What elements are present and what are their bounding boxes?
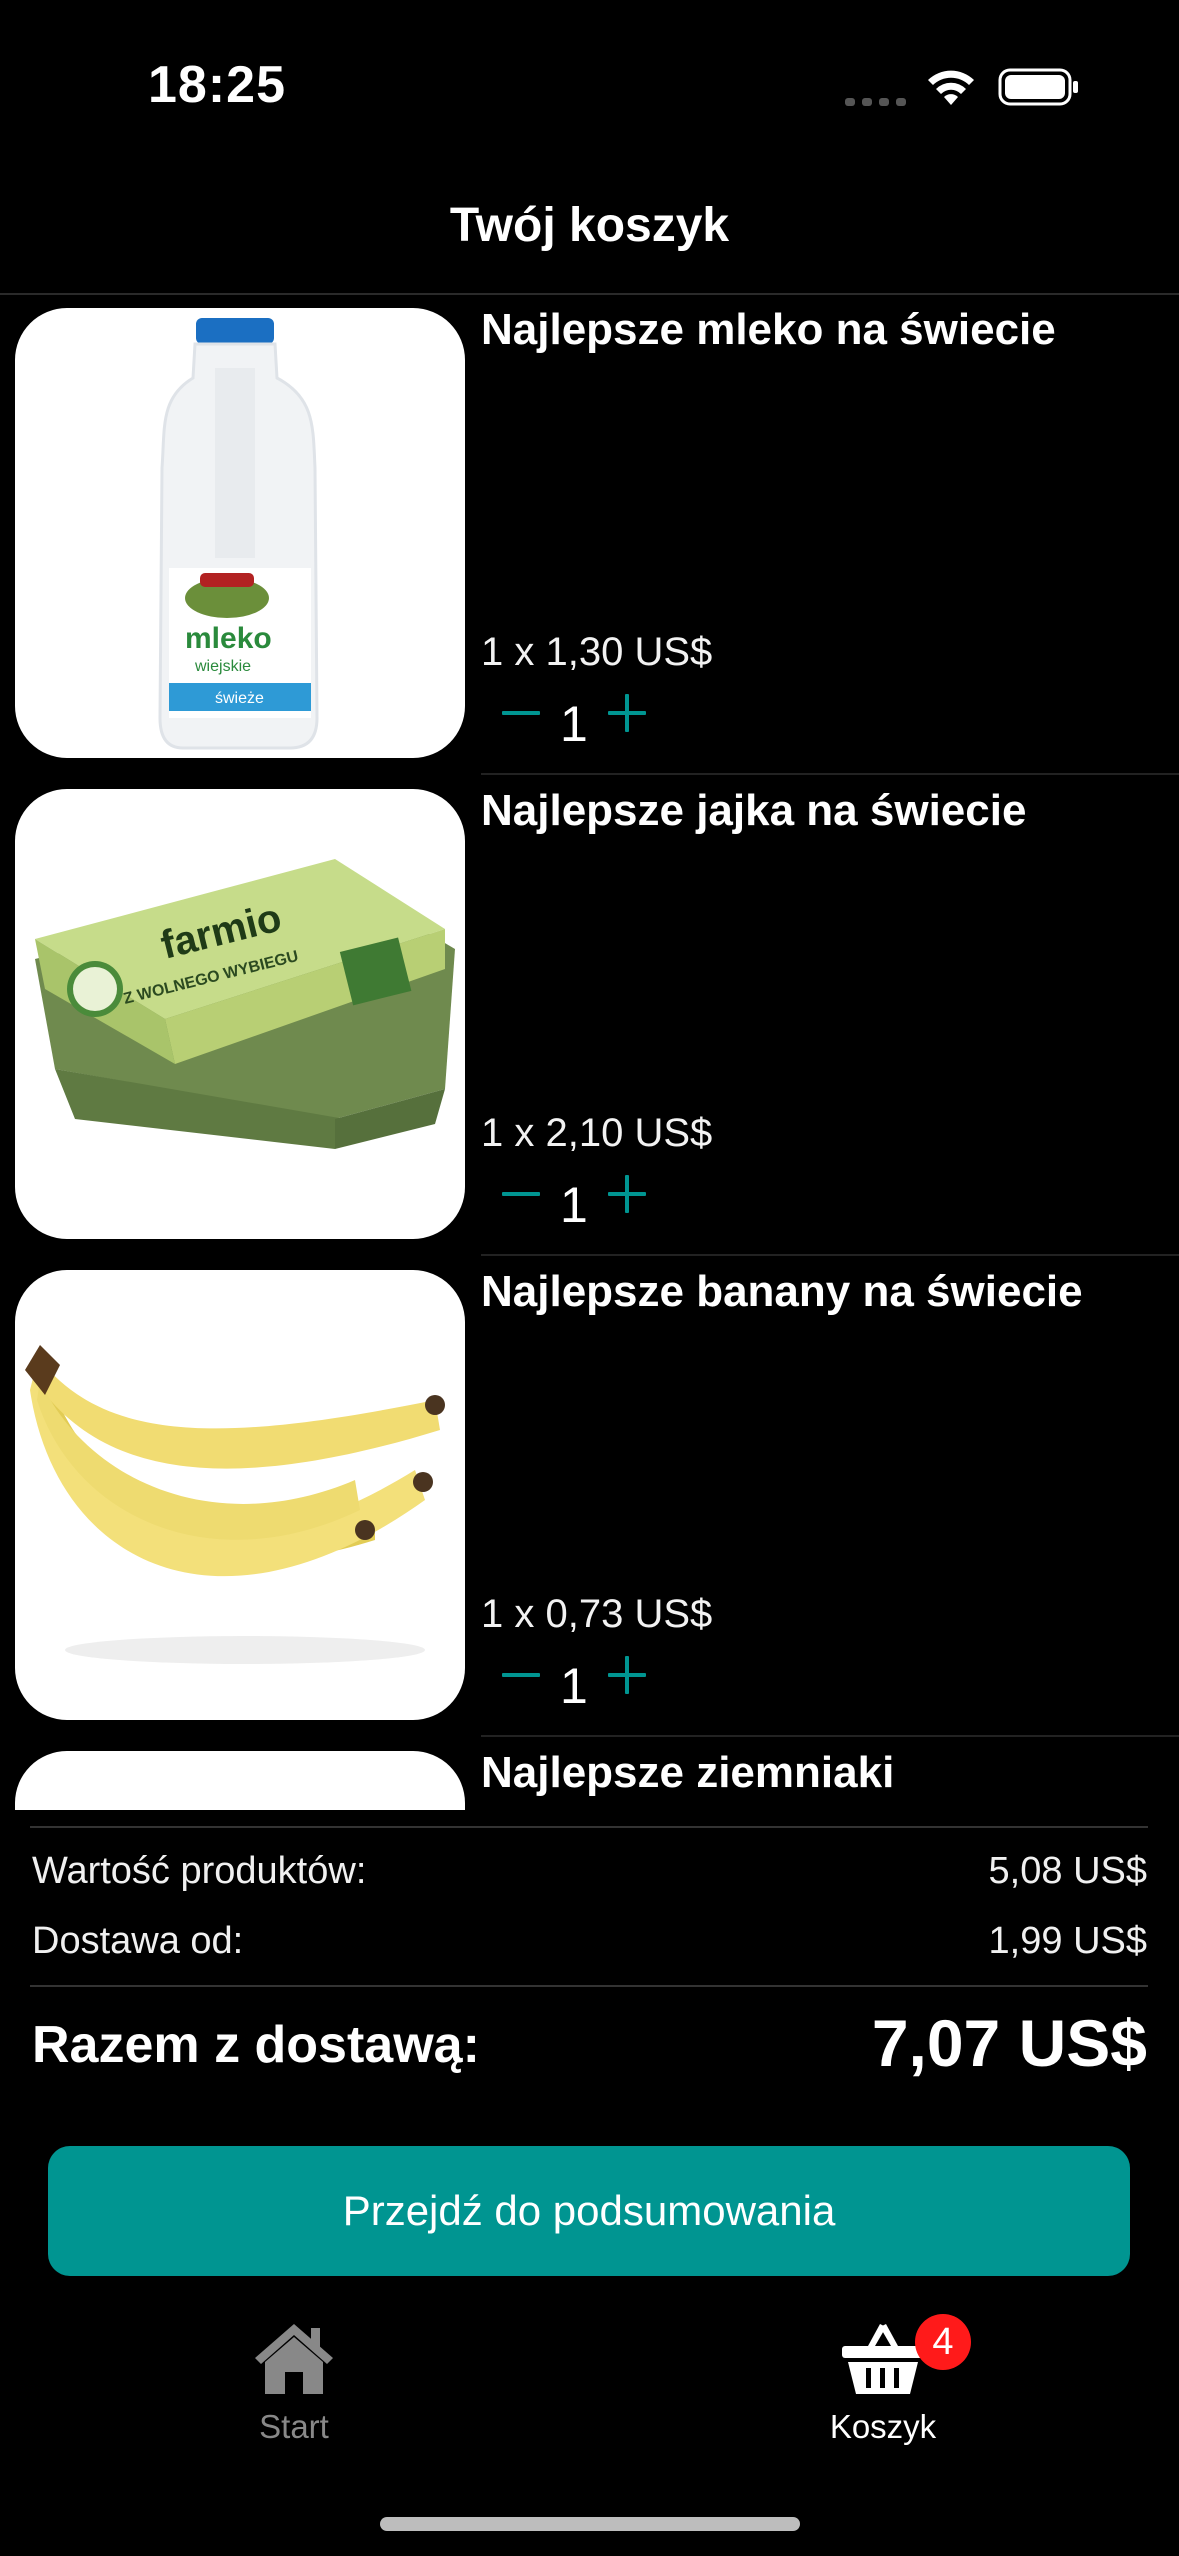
decrease-quantity-button[interactable] [498,1652,544,1698]
page-title: Twój koszyk [449,199,730,252]
cart-item-eggs[interactable]: farmio Z WOLNEGO WYBIEGU Najlepsze jajka… [0,776,1179,1257]
delivery-label: Dostawa od: [32,1920,244,1962]
row-divider [481,1735,1179,1737]
tab-label: Start [259,2408,329,2445]
cart-item-potatoes[interactable]: Najlepsze ziemniaki [0,1738,1179,1810]
product-name: Najlepsze mleko na świecie [481,305,1056,354]
status-time: 18:25 [148,56,286,114]
svg-text:świeże: świeże [215,690,264,707]
products-value: 5,08 US$ [988,1850,1147,1892]
house-icon [255,2324,333,2394]
product-name: Najlepsze banany na świecie [481,1267,1083,1316]
product-name: Najlepsze jajka na świecie [481,786,1027,835]
summary-divider [30,1826,1148,1828]
increase-quantity-button[interactable] [604,690,650,736]
tab-start[interactable]: Start [144,2318,444,2446]
cart-item-milk[interactable]: mleko wiejskie świeże Najlepsze mleko na… [0,295,1179,776]
product-image-potatoes [15,1751,465,1810]
total-label: Razem z dostawą: [32,2016,480,2074]
product-image-milk: mleko wiejskie świeże [15,308,465,758]
basket-icon [842,2324,924,2394]
product-price: 1 x 1,30 US$ [481,630,713,674]
increase-quantity-button[interactable] [604,1652,650,1698]
svg-text:wiejskie: wiejskie [194,658,251,675]
quantity-value: 1 [560,1177,588,1233]
row-divider [481,773,1179,775]
product-price: 1 x 2,10 US$ [481,1111,713,1155]
home-indicator [380,2517,800,2531]
cart-count-badge: 4 [915,2314,971,2370]
tab-label: Koszyk [829,2408,937,2445]
quantity-value: 1 [560,1658,588,1714]
cart-list[interactable]: mleko wiejskie świeże Najlepsze mleko na… [0,295,1179,1810]
wifi-icon [928,70,974,105]
products-value-label: Wartość produktów: [32,1850,367,1892]
svg-text:mleko: mleko [185,622,272,655]
tab-cart[interactable]: Koszyk [733,2318,1033,2446]
product-price: 1 x 0,73 US$ [481,1592,713,1636]
cellular-signal-icon [845,98,906,106]
cart-item-bananas[interactable]: Najlepsze banany na świecie 1 x 0,73 US$… [0,1257,1179,1738]
delivery-value: 1,99 US$ [988,1920,1147,1962]
quantity-value: 1 [560,696,588,752]
total-value: 7,07 US$ [871,2006,1147,2080]
product-name: Najlepsze ziemniaki [481,1748,895,1797]
summary-divider [30,1985,1148,1987]
decrease-quantity-button[interactable] [498,690,544,736]
decrease-quantity-button[interactable] [498,1171,544,1217]
battery-icon [998,68,1078,106]
checkout-button[interactable]: Przejdź do podsumowania [48,2146,1130,2276]
product-image-bananas [15,1270,465,1720]
row-divider [481,1254,1179,1256]
product-image-eggs: farmio Z WOLNEGO WYBIEGU [15,789,465,1239]
increase-quantity-button[interactable] [604,1171,650,1217]
